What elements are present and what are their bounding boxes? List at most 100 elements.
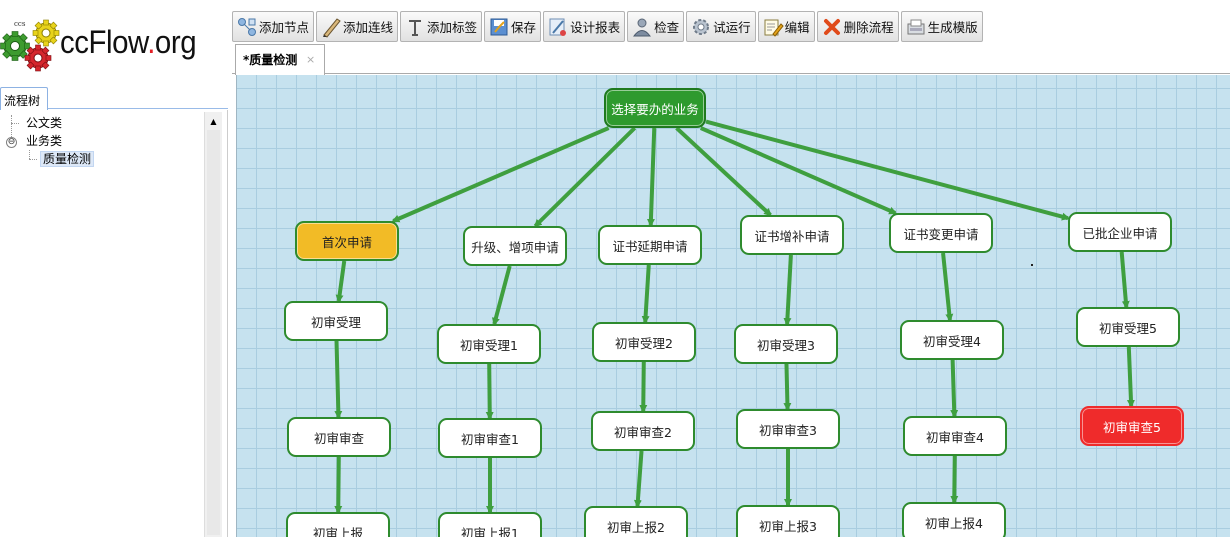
trial-run-button[interactable]: 试运行 xyxy=(686,11,756,42)
add-node-button[interactable]: 添加节点 xyxy=(232,11,315,42)
flow-edge-c3-a3[interactable] xyxy=(641,264,651,324)
flow-node-initial-acceptance-3[interactable]: 初审受理3 xyxy=(734,324,838,364)
flow-edge-b1-d1[interactable] xyxy=(334,456,343,514)
flow-edge-a4-b4[interactable] xyxy=(783,363,792,411)
flow-node-supplement-application[interactable]: 证书增补申请 xyxy=(740,215,844,255)
tree-item-document[interactable]: 公文类 xyxy=(26,115,62,132)
delete-flow-label: 删除流程 xyxy=(843,20,894,35)
node-label: 初审受理5 xyxy=(1099,320,1157,336)
logo-brand-text: ccFlow.org xyxy=(60,24,197,60)
flow-node-initial-review[interactable]: 初审审查 xyxy=(287,417,391,457)
node-label: 证书增补申请 xyxy=(754,228,830,244)
flow-node-initial-acceptance-4[interactable]: 初审受理4 xyxy=(900,320,1004,360)
flow-edge-c4-a4[interactable] xyxy=(783,254,793,326)
tree-item-label: 公文类 xyxy=(26,116,63,130)
sidebar-scrollbar[interactable]: ▲ xyxy=(204,112,222,537)
flow-edge-start-c2[interactable] xyxy=(533,126,637,228)
flow-node-initial-report-4[interactable]: 初审上报4 xyxy=(902,502,1006,537)
add-label-label: 添加标签 xyxy=(427,20,478,35)
tree-item-label: 质量检测 xyxy=(40,151,95,167)
flow-node-first-application[interactable]: 首次申请 xyxy=(295,221,399,261)
brand-tail: org xyxy=(154,24,197,60)
delete-flow-button[interactable]: 删除流程 xyxy=(816,11,899,42)
node-label: 首次申请 xyxy=(321,234,372,250)
tree-item-quality-inspection[interactable]: 质量检测 xyxy=(40,151,95,168)
close-icon[interactable]: × xyxy=(306,53,315,66)
node-label: 初审上报4 xyxy=(925,515,983,531)
node-label: 初审审查3 xyxy=(759,422,817,438)
text-icon xyxy=(404,16,426,38)
flow-node-initial-report-3[interactable]: 初审上报3 xyxy=(736,505,840,537)
flow-tree: 公文类 ⊖ 业务类 质量检测 xyxy=(0,110,228,537)
flow-node-initial-review-4[interactable]: 初审审查4 xyxy=(903,416,1007,456)
flow-edge-start-c1[interactable] xyxy=(391,126,610,223)
generate-template-button[interactable]: 生成模版 xyxy=(900,11,983,42)
node-label: 初审上报 xyxy=(312,525,363,537)
flow-node-initial-report-1[interactable]: 初审上报1 xyxy=(438,512,542,537)
add-line-button[interactable]: 添加连线 xyxy=(316,11,399,42)
sidebar: 流程树 公文类 ⊖ 业务类 质量检测 xyxy=(0,86,228,537)
node-label: 初审受理3 xyxy=(757,337,815,353)
add-node-icon xyxy=(236,16,258,38)
flow-node-initial-acceptance-1[interactable]: 初审受理1 xyxy=(437,324,541,364)
flow-node-initial-acceptance[interactable]: 初审受理 xyxy=(284,301,388,341)
flow-edge-a3-b3[interactable] xyxy=(639,361,648,413)
node-label: 初审受理 xyxy=(310,314,361,330)
add-label-button[interactable]: 添加标签 xyxy=(400,11,483,42)
flow-edge-a5-b5[interactable] xyxy=(950,359,959,418)
flow-node-initial-acceptance-2[interactable]: 初审受理2 xyxy=(592,322,696,362)
flow-edge-start-c3[interactable] xyxy=(646,127,657,227)
check-button[interactable]: 检查 xyxy=(627,11,685,42)
flow-node-initial-review-1[interactable]: 初审审查1 xyxy=(438,418,542,458)
node-label: 初审审查 xyxy=(313,430,364,446)
flow-edge-c1-a1[interactable] xyxy=(335,260,347,303)
node-label: 初审上报1 xyxy=(461,525,519,537)
flow-node-start[interactable]: 选择要办的业务 xyxy=(604,88,706,128)
flow-edge-c6-a6[interactable] xyxy=(1119,251,1130,309)
scroll-up-icon[interactable]: ▲ xyxy=(205,112,222,129)
flow-node-initial-review-5[interactable]: 初审审查5 xyxy=(1080,406,1184,446)
node-label: 已批企业申请 xyxy=(1082,225,1158,241)
flow-canvas[interactable]: 选择要办的业务 首次申请 升级、增项申请 证书延期申请 证书增补申请 证书变更申… xyxy=(236,75,1230,537)
flow-node-initial-review-3[interactable]: 初审审查3 xyxy=(736,409,840,449)
tab-quality-inspection[interactable]: *质量检测 × xyxy=(235,44,325,75)
scrollbar-thumb[interactable] xyxy=(207,130,220,535)
tree-item-business[interactable]: 业务类 xyxy=(26,133,62,150)
check-label: 检查 xyxy=(654,20,680,35)
toolbar: 添加节点 添加连线 添加标签 保存 设计报表 检查 试运行 编辑 删除流程 生成… xyxy=(232,11,983,42)
pencil-line-icon xyxy=(320,16,342,38)
flow-node-extension-application[interactable]: 证书延期申请 xyxy=(598,225,702,265)
flow-edge-c2-a2[interactable] xyxy=(491,265,512,326)
flow-edge-start-c4[interactable] xyxy=(675,126,772,217)
edit-button[interactable]: 编辑 xyxy=(757,11,815,42)
node-label: 初审审查5 xyxy=(1103,419,1161,435)
node-label: 初审受理1 xyxy=(460,337,518,353)
flow-node-initial-acceptance-5[interactable]: 初审受理5 xyxy=(1076,307,1180,347)
flow-node-initial-review-2[interactable]: 初审审查2 xyxy=(591,411,695,451)
flow-edge-c5-a5[interactable] xyxy=(941,252,954,322)
flow-node-upgrade-application[interactable]: 升级、增项申请 xyxy=(463,226,567,266)
node-label: 初审审查1 xyxy=(461,431,519,447)
node-label: 初审受理4 xyxy=(923,333,981,349)
flow-edge-b5-d5[interactable] xyxy=(950,455,959,504)
flow-node-approved-company-application[interactable]: 已批企业申请 xyxy=(1068,212,1172,252)
flow-edge-start-c5[interactable] xyxy=(699,126,898,215)
flow-node-initial-report[interactable]: 初审上报 xyxy=(286,512,390,537)
tree-guide-line xyxy=(29,159,37,160)
save-button[interactable]: 保存 xyxy=(484,11,542,42)
save-label: 保存 xyxy=(511,20,537,35)
flow-edge-a6-b6[interactable] xyxy=(1126,346,1135,408)
flow-edge-a1-b1[interactable] xyxy=(334,340,343,419)
flow-edge-a2-b2[interactable] xyxy=(485,363,494,420)
collapse-icon[interactable]: ⊖ xyxy=(6,137,17,148)
flow-node-change-application[interactable]: 证书变更申请 xyxy=(889,213,993,253)
flow-edge-b3-d3[interactable] xyxy=(633,450,644,508)
flow-node-initial-report-2[interactable]: 初审上报2 xyxy=(584,506,688,537)
tree-guide-line xyxy=(29,150,30,159)
delete-icon xyxy=(821,16,843,38)
edit-label: 编辑 xyxy=(784,20,810,35)
ccflow-logo: ccs ccFlow.org xyxy=(0,14,225,74)
report-design-icon xyxy=(547,16,569,38)
design-report-button[interactable]: 设计报表 xyxy=(543,11,626,42)
tab-flow-tree[interactable]: 流程树 xyxy=(0,87,48,110)
